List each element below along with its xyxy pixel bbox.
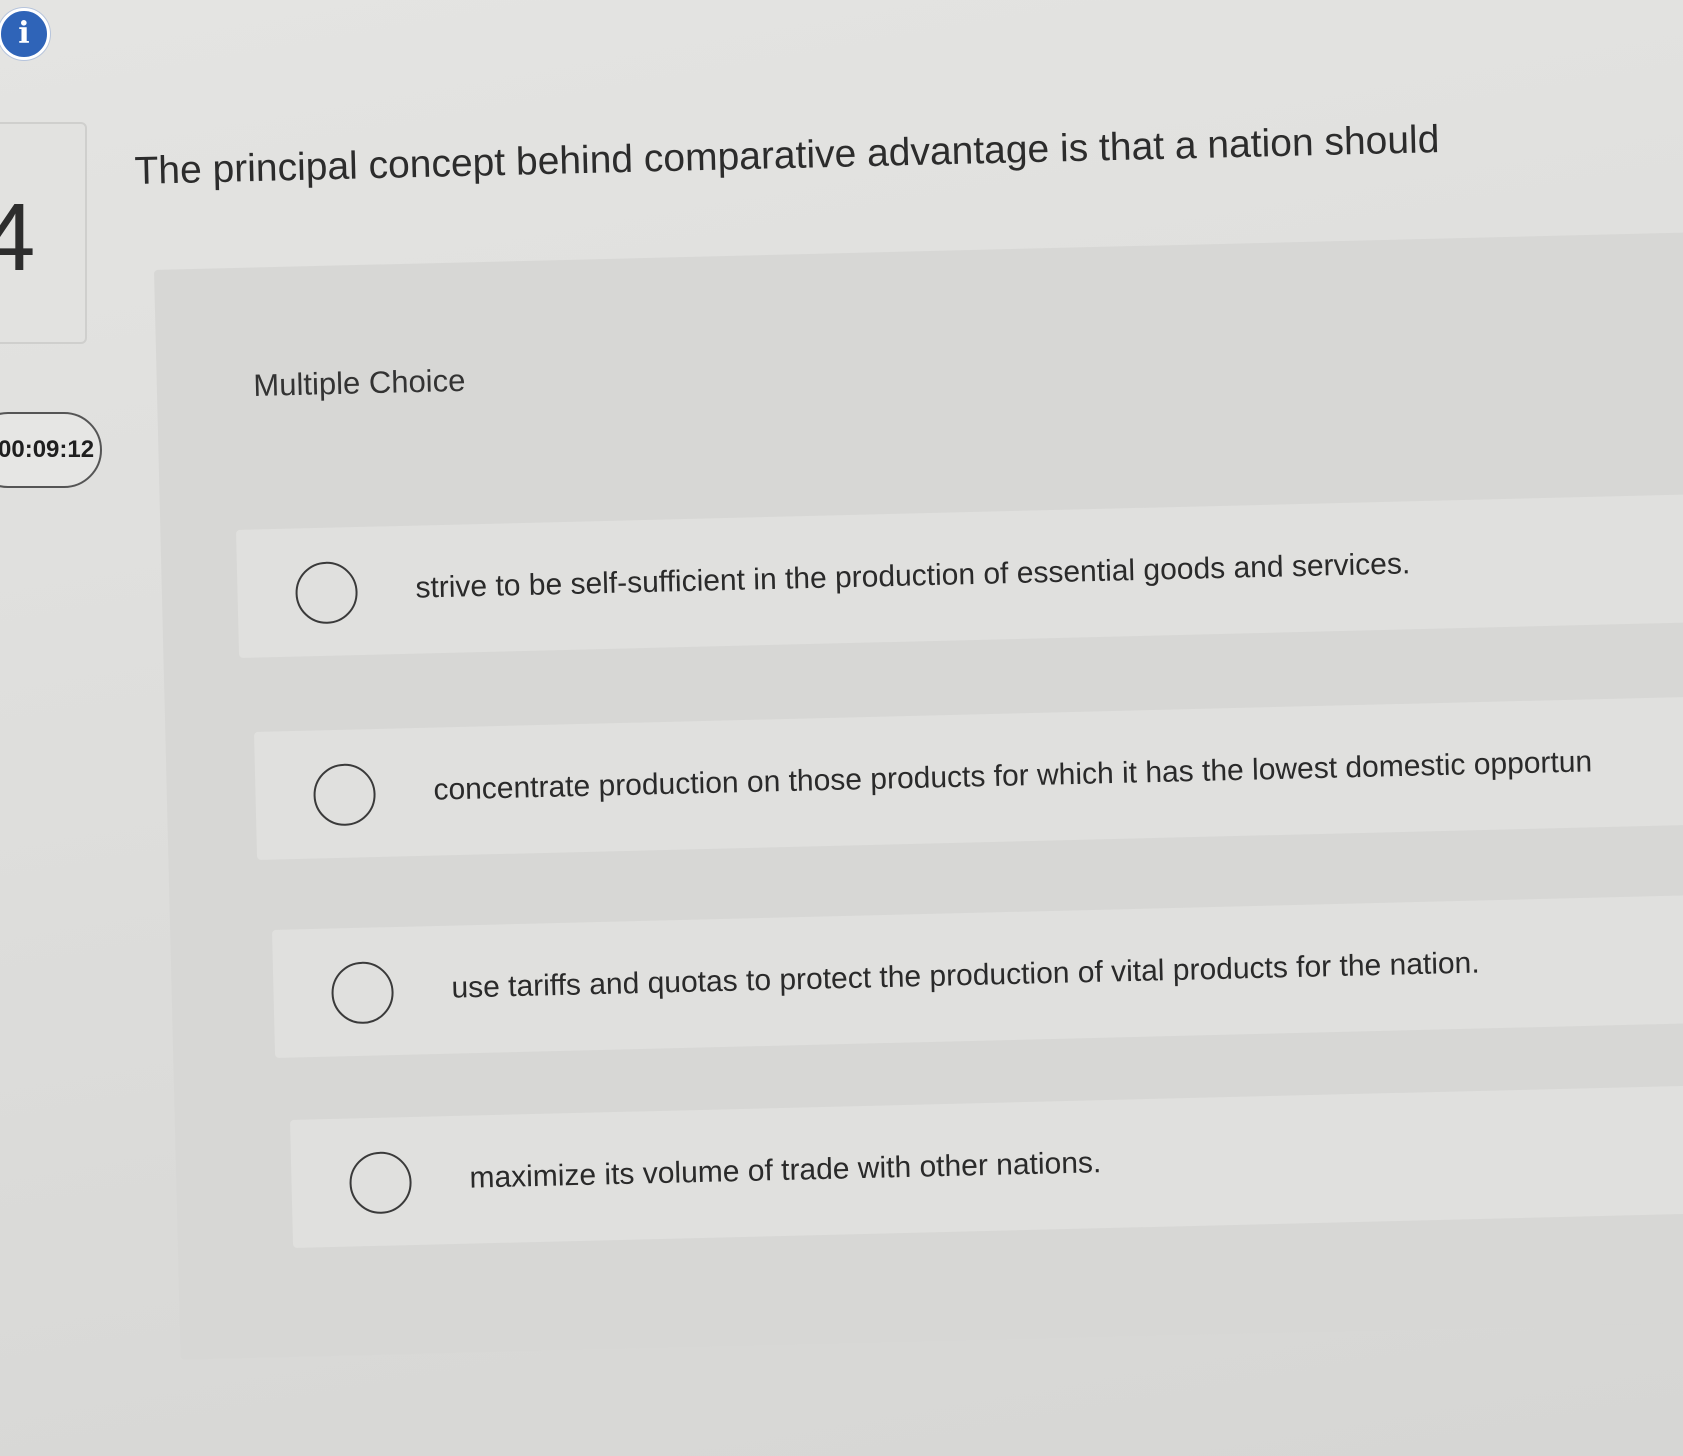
quiz-page: i 4 00:09:12 The principal concept behin… xyxy=(0,0,1683,1456)
radio-button-1[interactable] xyxy=(294,561,359,625)
radio-button-2[interactable] xyxy=(312,763,377,827)
question-prompt: The principal concept behind comparative… xyxy=(134,118,1440,193)
radio-button-3[interactable] xyxy=(330,961,395,1025)
answer-option-label: maximize its volume of trade with other … xyxy=(469,1146,1102,1195)
question-type-label: Multiple Choice xyxy=(253,362,466,403)
question-number: 4 xyxy=(0,184,36,291)
info-icon[interactable]: i xyxy=(0,8,50,60)
answer-option-label: use tariffs and quotas to protect the pr… xyxy=(451,946,1480,1005)
radio-button-4[interactable] xyxy=(348,1151,413,1215)
timer-badge[interactable]: 00:09:12 xyxy=(0,412,102,488)
answer-option-label: concentrate production on those products… xyxy=(433,745,1593,807)
answer-option-label: strive to be self-sufficient in the prod… xyxy=(415,547,1411,605)
